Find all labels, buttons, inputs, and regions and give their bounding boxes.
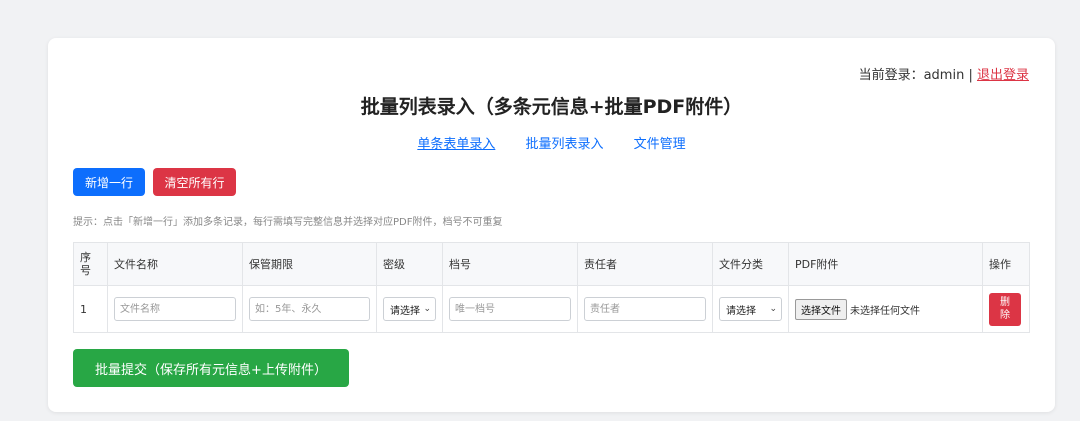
header-file-name: 文件名称 [107,242,243,286]
hint-text: 提示：点击「新增一行」添加多条记录，每行需填写完整信息并选择对应PDF附件，档号… [73,217,503,228]
file-name-input[interactable] [114,297,236,321]
header-category: 文件分类 [712,242,789,286]
header-retention-period: 保管期限 [242,242,377,286]
table-header-row: 序号 文件名称 保管期限 密级 档号 责任者 文件分类 PDF附件 操作 [73,242,1030,286]
file-status: 未选择任何文件 [850,305,920,317]
header-index: 序号 [73,242,108,286]
cell-file-name [107,285,243,333]
page-title: 批量列表录入（多条元信息+批量PDF附件） [360,96,743,118]
logout-link[interactable]: 退出登录 [977,68,1029,83]
add-row-button[interactable]: 新增一行 [73,168,145,196]
cell-owner [577,285,713,333]
owner-input[interactable] [584,297,706,321]
table-row: 1 请选择 ⌄ [73,285,1030,333]
choose-file-button[interactable]: 选择文件 [795,298,847,320]
chevron-down-icon: ⌄ [769,304,777,314]
delete-label: 删除 [1000,297,1010,321]
nav-file-management[interactable]: 文件管理 [634,137,686,152]
clear-rows-button[interactable]: 清空所有行 [153,168,236,196]
nav-single-form[interactable]: 单条表单录入 [417,137,495,152]
main-card: 当前登录：admin | 退出登录 批量列表录入（多条元信息+批量PDF附件） … [48,38,1055,412]
category-select[interactable]: 请选择 ⌄ [719,297,782,321]
cell-archive-no [442,285,578,333]
cell-actions: 删除 [982,285,1030,333]
cell-category: 请选择 ⌄ [712,285,789,333]
secret-level-select[interactable]: 请选择 ⌄ [383,297,436,321]
batch-table: 序号 文件名称 保管期限 密级 档号 责任者 文件分类 PDF附件 操作 1 文… [73,242,1030,333]
cell-pdf-attachment: 选择文件 未选择任何文件 [788,285,983,333]
cell-retention-period [242,285,377,333]
header-archive-no: 档号 [442,242,578,286]
batch-submit-button[interactable]: 批量提交（保存所有元信息+上传附件） [73,349,349,387]
header-secret-level: 密级 [376,242,443,286]
header-actions: 操作 [982,242,1030,286]
row-index: 1 [73,285,108,333]
archive-no-input[interactable] [449,297,571,321]
category-value: 请选择 [726,305,756,317]
nav-batch-list[interactable]: 批量列表录入 [525,137,603,152]
retention-period-input[interactable] [249,297,370,321]
login-label: 当前登录：admin | [858,68,977,83]
secret-level-value: 请选择 [390,305,420,317]
delete-row-button[interactable]: 删除 [989,292,1021,326]
cell-secret-level: 请选择 ⌄ [376,285,443,333]
file-picker: 选择文件 未选择任何文件 [795,298,976,320]
header-pdf-attachment: PDF附件 [788,242,983,286]
login-info: 当前登录：admin | 退出登录 [859,64,1029,83]
nav-links: 单条表单录入 批量列表录入 文件管理 [48,133,1055,152]
chevron-down-icon: ⌄ [423,304,431,314]
header-owner: 责任者 [577,242,713,286]
